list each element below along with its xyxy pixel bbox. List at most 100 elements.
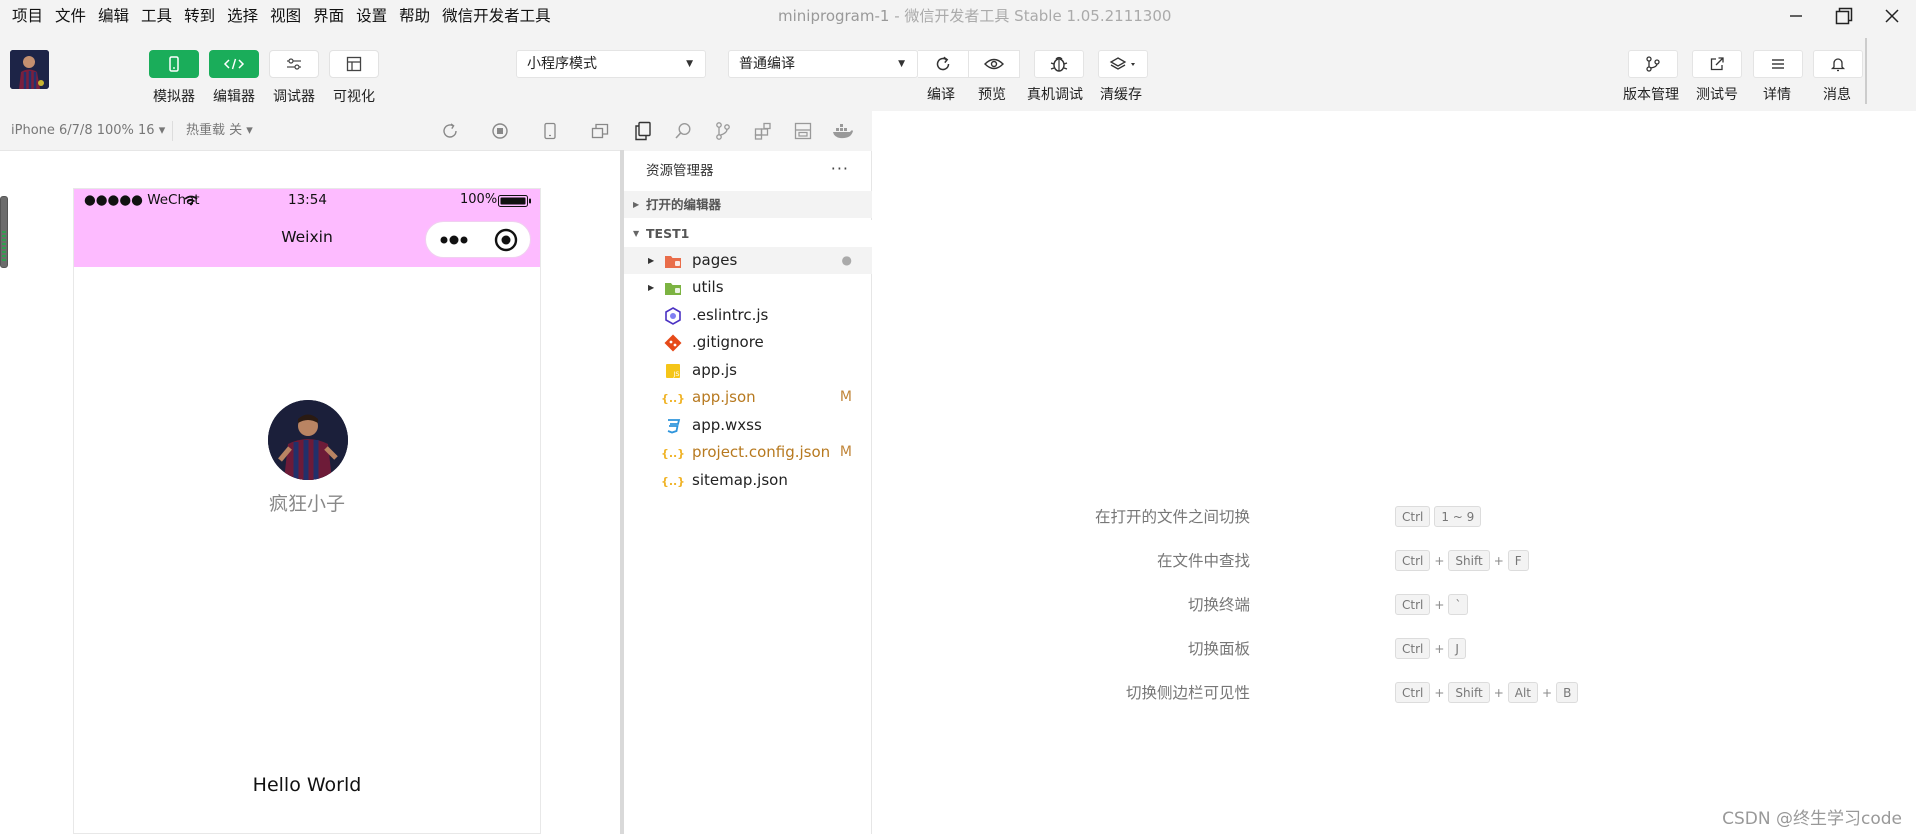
file-name: app.json — [692, 388, 756, 406]
editor-toggle: 编辑器 — [209, 50, 259, 106]
menu-item-settings[interactable]: 设置 — [350, 0, 393, 32]
menu-item-select[interactable]: 选择 — [221, 0, 264, 32]
menu-item-goto[interactable]: 转到 — [178, 0, 221, 32]
javascript-file-icon: JS — [664, 362, 682, 380]
shortcut-label: 在打开的文件之间切换 — [1094, 508, 1250, 526]
debugger-button[interactable] — [269, 50, 319, 78]
tree-item-gitignore[interactable]: .gitignore — [624, 329, 872, 356]
key-cap: Ctrl — [1395, 594, 1431, 615]
menu-item-file[interactable]: 文件 — [49, 0, 92, 32]
shortcut-keys: Ctrl + Shift + F — [1395, 550, 1529, 571]
tree-item-sitemap[interactable]: {..} sitemap.json — [624, 467, 872, 494]
json-file-icon: {..} — [660, 391, 686, 405]
compile-select[interactable]: 普通编译 ▼ — [728, 50, 918, 78]
user-avatar[interactable] — [10, 50, 49, 89]
menu-item-tools[interactable]: 工具 — [135, 0, 178, 32]
tree-item-app-js[interactable]: JS app.js — [624, 357, 872, 384]
close-target-icon[interactable] — [494, 228, 518, 252]
plus-sign: + — [1434, 597, 1445, 612]
refresh-icon — [936, 56, 950, 71]
hot-reload-toggle[interactable]: 热重载 关 ▾ — [186, 111, 253, 151]
remote-debug-button[interactable] — [1034, 50, 1084, 78]
git-status-badge: M — [839, 444, 852, 460]
messages-label: 消息 — [1823, 87, 1851, 103]
more-dots-icon[interactable] — [439, 235, 469, 245]
bell-icon — [1830, 58, 1846, 72]
window-controls — [1772, 0, 1916, 32]
shortcut-label: 切换终端 — [1187, 596, 1250, 614]
menu-item-help[interactable]: 帮助 — [393, 0, 436, 32]
menu-item-interface[interactable]: 界面 — [307, 0, 350, 32]
more-icon[interactable]: ··· — [831, 151, 849, 187]
bug-icon — [1050, 56, 1068, 72]
tree-item-app-json[interactable]: {..} app.json M — [624, 384, 872, 411]
file-name: project.config.json — [692, 443, 831, 461]
visual-button[interactable] — [329, 50, 379, 78]
stop-icon[interactable] — [490, 121, 510, 141]
menu-bar: 项目 文件 编辑 工具 转到 选择 视图 界面 设置 帮助 微信开发者工具 mi… — [0, 0, 1916, 32]
key-cap: ` — [1448, 594, 1469, 615]
docker-icon[interactable] — [832, 120, 854, 142]
shortcut-keys: Ctrl + Shift + Alt + B — [1395, 682, 1579, 703]
device-select[interactable]: iPhone 6/7/8 100% 16 ▾ — [11, 111, 165, 151]
restore-icon — [1835, 7, 1853, 25]
tree-item-pages[interactable]: ▶ pages ● — [624, 247, 872, 274]
tree-item-project-config[interactable]: {..} project.config.json M — [624, 439, 872, 466]
search-icon[interactable] — [672, 120, 694, 142]
key-cap: Shift — [1448, 682, 1490, 703]
menu-item-project[interactable]: 项目 — [6, 0, 49, 32]
modified-dot: ● — [841, 253, 852, 267]
menu-item-devtools[interactable]: 微信开发者工具 — [436, 0, 557, 32]
messages-button[interactable] — [1813, 50, 1863, 78]
key-cap: Shift — [1448, 550, 1490, 571]
key-cap: J — [1448, 638, 1466, 659]
shortcut-row: 切换面板 Ctrl + J — [872, 636, 1916, 662]
plus-sign: + — [1434, 553, 1445, 568]
test-account-button[interactable] — [1692, 50, 1742, 78]
shortcut-label: 切换面板 — [1187, 640, 1250, 658]
clear-cache-button[interactable] — [1098, 50, 1148, 78]
minimize-icon — [1790, 15, 1802, 17]
external-link-icon — [1710, 57, 1724, 71]
tree-item-utils[interactable]: ▶ utils — [624, 274, 872, 301]
folder-pages-icon — [664, 252, 682, 270]
phone-icon[interactable] — [540, 121, 560, 141]
version-button[interactable] — [1628, 50, 1678, 78]
compile-label: 编译 — [927, 87, 955, 103]
eye-icon — [984, 58, 1004, 70]
restore-button[interactable] — [1820, 0, 1868, 32]
files-icon[interactable] — [632, 120, 654, 142]
layout-panel-icon[interactable] — [792, 120, 814, 142]
tree-item-app-wxss[interactable]: app.wxss — [624, 412, 872, 439]
source-control-icon[interactable] — [712, 120, 734, 142]
editor-button[interactable] — [209, 50, 259, 78]
simulator-label: 模拟器 — [153, 89, 195, 105]
details-button[interactable] — [1753, 50, 1803, 78]
status-time: 13:54 — [288, 192, 327, 208]
compile-button[interactable] — [918, 50, 969, 78]
menu-item-edit[interactable]: 编辑 — [92, 0, 135, 32]
minimize-button[interactable] — [1772, 0, 1820, 32]
menu-item-view[interactable]: 视图 — [264, 0, 307, 32]
scroll-handle[interactable] — [0, 196, 8, 268]
profile-avatar[interactable] — [268, 400, 348, 480]
extensions-icon[interactable] — [752, 120, 774, 142]
css-file-icon — [664, 417, 682, 435]
tree-item-eslintrc[interactable]: .eslintrc.js — [624, 302, 872, 329]
close-button[interactable] — [1868, 0, 1916, 32]
shortcut-row: 在打开的文件之间切换 Ctrl 1 ~ 9 — [872, 504, 1916, 530]
file-name: app.wxss — [692, 416, 762, 434]
shortcut-keys: Ctrl + J — [1395, 638, 1466, 659]
mode-select[interactable]: 小程序模式 ▼ — [516, 50, 706, 78]
project-section[interactable]: ▼ TEST1 — [624, 220, 872, 247]
file-name: sitemap.json — [692, 471, 788, 489]
debugger-toggle: 调试器 — [269, 50, 319, 106]
preview-button[interactable] — [969, 50, 1020, 78]
header-divider — [172, 121, 173, 141]
rotate-icon[interactable] — [440, 121, 460, 141]
open-editors-section[interactable]: ▶ 打开的编辑器 — [624, 191, 872, 218]
key-cap: Alt — [1507, 682, 1539, 703]
detach-window-icon[interactable] — [590, 121, 610, 141]
simulator-button[interactable] — [149, 50, 199, 78]
chevron-right-icon: ▶ — [648, 283, 655, 292]
